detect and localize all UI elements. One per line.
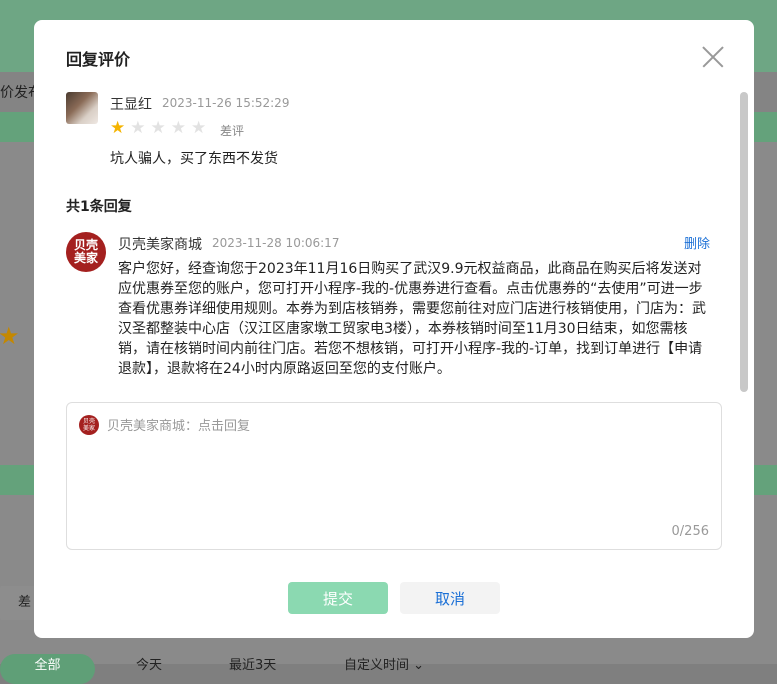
reply-input-box[interactable]: 贝壳美家 0/256 [66,402,722,550]
review-time: 2023-11-26 15:52:29 [162,96,290,110]
background-tab-all: 全部 [0,654,95,684]
reply-review-dialog: 回复评价 王显红 2023-11-26 15:52:29 ★★★★★ 差评 坑人… [34,20,754,638]
review-content: 坑人骗人，买了东西不发货 [110,151,278,167]
reviewer-name: 王显红 [110,97,152,113]
reply-content: 客户您好，经查询您于2023年11月16日购买了武汉9.9元权益商品，此商品在购… [118,261,706,377]
shop-avatar-small: 贝壳美家 [79,415,99,435]
star-empty-icon: ★ [170,118,191,138]
char-counter: 0/256 [671,524,709,539]
star-empty-icon: ★ [191,118,212,138]
avatar [66,92,98,124]
reply-count: 共1条回复 [66,199,132,215]
reply-textarea[interactable] [107,415,697,515]
star-empty-icon: ★ [130,118,151,138]
shop-name: 贝壳美家商城 [118,237,202,253]
scrollbar-thumb[interactable] [740,92,748,392]
background-tab-custom-label: 自定义时间 [344,658,410,673]
close-icon[interactable] [701,45,725,69]
star-filled-icon: ★ [110,118,131,138]
delete-reply-link[interactable]: 删除 [684,233,710,252]
rating-stars: ★★★★★ [110,119,211,137]
shop-avatar-text: 贝壳美家 [73,238,98,265]
star-empty-icon: ★ [150,118,171,138]
cancel-button[interactable]: 取消 [400,582,500,614]
rating-label: 差评 [220,124,245,138]
background-star-icon: ★ [0,322,20,350]
reply-time: 2023-11-28 10:06:17 [212,236,340,250]
chevron-down-icon: ⌄ [413,658,425,673]
submit-button[interactable]: 提交 [288,582,388,614]
dialog-title: 回复评价 [66,50,131,69]
shop-avatar: 贝壳美家 [66,232,106,272]
shop-avatar-small-text: 贝壳美家 [83,418,96,432]
